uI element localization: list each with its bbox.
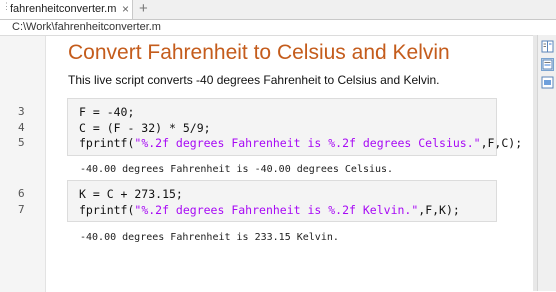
document-title[interactable]: Convert Fahrenheit to Celsius and Kelvin xyxy=(68,41,450,65)
tab-fahrenheitconverter[interactable]: ⋮ fahrenheitconverter.m × xyxy=(0,0,133,19)
file-path-bar: C:\Work\fahrenheitconverter.m xyxy=(0,20,556,35)
add-tab-button[interactable]: + xyxy=(139,1,148,17)
code-output: -40.00 degrees Fahrenheit is 233.15 Kelv… xyxy=(80,232,339,243)
output-on-right-button[interactable] xyxy=(541,40,554,53)
drag-handle-icon[interactable]: ⋮ xyxy=(2,2,11,17)
hide-code-icon xyxy=(541,76,554,89)
hide-code-button[interactable] xyxy=(541,76,554,89)
line-number: 4 xyxy=(18,121,25,134)
line-number: 3 xyxy=(18,105,25,118)
line-number: 6 xyxy=(18,187,25,200)
output-inline-button[interactable] xyxy=(541,58,554,71)
line-number: 7 xyxy=(18,203,25,216)
code-line[interactable]: F = -40; xyxy=(79,105,134,119)
output-inline-icon xyxy=(542,59,553,70)
code-token: ,F,K); xyxy=(418,203,460,217)
file-path: C:\Work\fahrenheitconverter.m xyxy=(12,21,161,33)
tab-bar: ⋮ fahrenheitconverter.m × + xyxy=(0,0,556,20)
output-on-right-icon xyxy=(541,40,554,53)
output-view-toolstrip xyxy=(537,35,556,291)
code-line[interactable]: C = (F - 32) * 5/9; xyxy=(79,121,211,135)
string-literal: "%.2f degrees Fahrenheit is %.2f Kelvin.… xyxy=(134,203,419,217)
code-token: fprintf( xyxy=(79,203,135,217)
code-line[interactable]: K = C + 273.15; xyxy=(79,187,183,201)
close-icon[interactable]: × xyxy=(122,2,129,16)
code-line[interactable]: fprintf("%.2f degrees Fahrenheit is %.2f… xyxy=(79,136,522,150)
string-literal: "%.2f degrees Fahrenheit is %.2f degrees… xyxy=(134,136,481,150)
code-token: ,F,C); xyxy=(480,136,523,150)
code-block[interactable]: F = -40; C = (F - 32) * 5/9; fprintf("%.… xyxy=(67,98,522,156)
code-output: -40.00 degrees Fahrenheit is -40.00 degr… xyxy=(80,164,394,175)
code-token: fprintf( xyxy=(79,136,135,150)
line-number-gutter: 3 4 5 6 7 xyxy=(0,36,46,292)
live-editor[interactable]: 3 4 5 6 7 Convert Fahrenheit to Celsius … xyxy=(0,35,533,292)
code-block[interactable]: K = C + 273.15; fprintf("%.2f degrees Fa… xyxy=(67,180,497,222)
line-number: 5 xyxy=(18,136,25,149)
document-description[interactable]: This live script converts -40 degrees Fa… xyxy=(68,73,440,87)
code-line[interactable]: fprintf("%.2f degrees Fahrenheit is %.2f… xyxy=(79,203,460,217)
tab-label: fahrenheitconverter.m xyxy=(10,3,117,15)
